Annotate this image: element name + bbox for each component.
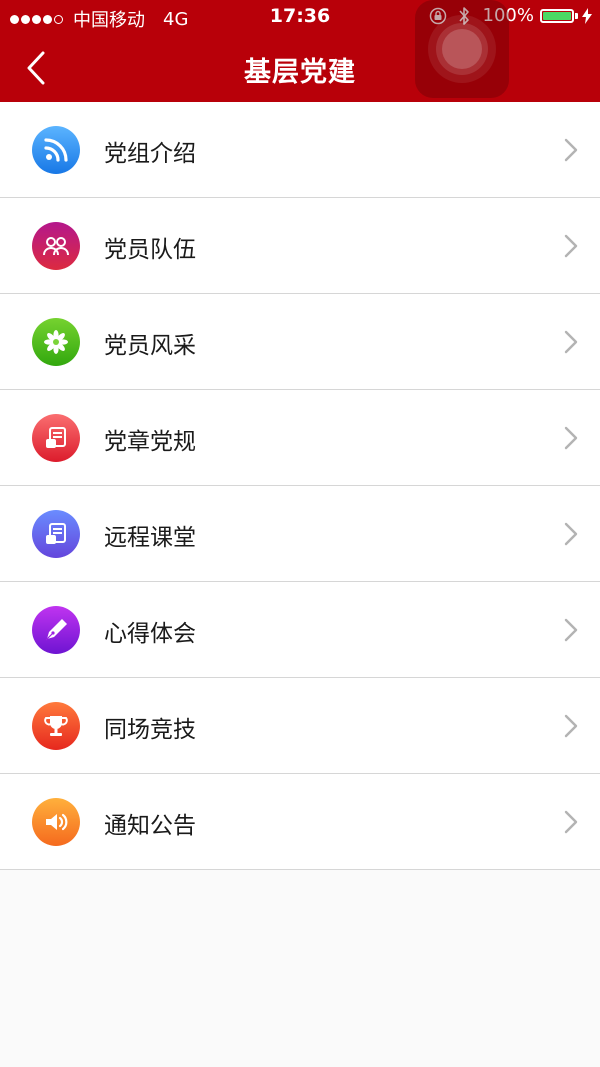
pen-icon bbox=[32, 606, 80, 654]
rss-icon bbox=[32, 126, 80, 174]
menu-item-party-intro[interactable]: 党组介绍 bbox=[0, 102, 600, 198]
page-title: 基层党建 bbox=[244, 57, 356, 88]
nav-bar: 基层党建 bbox=[0, 34, 600, 102]
chevron-right-icon bbox=[564, 618, 578, 642]
document-icon bbox=[32, 414, 80, 462]
charging-bolt-icon bbox=[582, 7, 592, 24]
trophy-icon bbox=[32, 702, 80, 750]
menu-item-label: 心得体会 bbox=[104, 621, 196, 647]
menu-item-competition[interactable]: 同场竞技 bbox=[0, 678, 600, 774]
chevron-right-icon bbox=[564, 714, 578, 738]
header: 中国移动 4G 17:36 100% 基层党建 bbox=[0, 0, 600, 102]
menu-item-announcements[interactable]: 通知公告 bbox=[0, 774, 600, 870]
chevron-right-icon bbox=[564, 138, 578, 162]
chevron-right-icon bbox=[564, 234, 578, 258]
menu-item-label: 通知公告 bbox=[104, 813, 196, 839]
classroom-icon bbox=[32, 510, 80, 558]
menu-item-label: 党组介绍 bbox=[104, 141, 196, 167]
menu-item-reflections[interactable]: 心得体会 bbox=[0, 582, 600, 678]
menu-item-party-rules[interactable]: 党章党规 bbox=[0, 390, 600, 486]
assistive-touch-button[interactable] bbox=[415, 0, 509, 98]
menu-item-remote-classroom[interactable]: 远程课堂 bbox=[0, 486, 600, 582]
status-bar: 中国移动 4G 17:36 100% bbox=[0, 0, 600, 34]
chevron-right-icon bbox=[564, 522, 578, 546]
menu-item-label: 党员队伍 bbox=[104, 237, 196, 263]
chevron-right-icon bbox=[564, 330, 578, 354]
battery-icon bbox=[540, 8, 578, 23]
menu-item-label: 同场竞技 bbox=[104, 717, 196, 743]
chevron-right-icon bbox=[564, 810, 578, 834]
menu-item-label: 党章党规 bbox=[104, 429, 196, 455]
menu-item-party-members[interactable]: 党员队伍 bbox=[0, 198, 600, 294]
menu-item-label: 党员风采 bbox=[104, 333, 196, 359]
menu-item-member-style[interactable]: 党员风采 bbox=[0, 294, 600, 390]
flower-icon bbox=[32, 318, 80, 366]
team-icon bbox=[32, 222, 80, 270]
battery-fill bbox=[543, 11, 571, 20]
chevron-right-icon bbox=[564, 426, 578, 450]
app: 中国移动 4G 17:36 100% 基层党建 党组介绍 党员队伍 党员风采 党… bbox=[0, 0, 600, 1067]
menu-item-label: 远程课堂 bbox=[104, 525, 196, 551]
menu-list: 党组介绍 党员队伍 党员风采 党章党规 远程课堂 心得体会 同场竞技 通知公告 bbox=[0, 102, 600, 870]
speaker-icon bbox=[32, 798, 80, 846]
